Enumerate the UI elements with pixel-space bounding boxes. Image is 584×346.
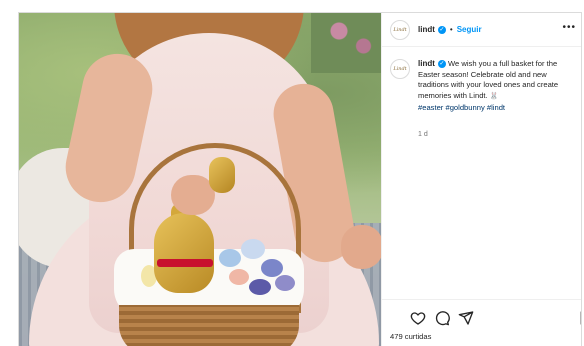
follow-button[interactable]: Seguir — [457, 25, 482, 34]
verified-badge-icon: ✓ — [437, 25, 446, 34]
photo-mini-gold-bunny — [209, 157, 235, 193]
photo-egg — [219, 249, 241, 267]
action-bar: 479 curtidas — [382, 299, 582, 346]
likes-count[interactable]: 479 curtidas — [390, 332, 431, 341]
photo-basket — [119, 305, 299, 346]
caption-text: lindt ✓ We wish you a full basket for the… — [418, 59, 576, 114]
photo-gold-bunny-ribbon — [157, 259, 213, 267]
photo-background-flowers — [311, 13, 381, 73]
hashtag-link[interactable]: #easter — [418, 103, 443, 112]
post-side-panel: Lindt lindt ✓ • Seguir ••• Lindt lindt ✓ … — [381, 13, 582, 346]
photo-egg — [241, 239, 265, 259]
photo-girl-hand-right — [341, 225, 381, 269]
header-separator: • — [449, 25, 453, 34]
photo-egg — [229, 269, 249, 285]
photo-egg — [249, 279, 271, 295]
paper-plane-icon[interactable] — [458, 310, 474, 326]
header-username[interactable]: lindt — [418, 25, 435, 34]
photo-gold-bunny — [154, 213, 214, 293]
post-age[interactable]: 1 d — [418, 131, 428, 138]
caption-avatar[interactable]: Lindt — [390, 59, 410, 79]
post-photo[interactable] — [19, 13, 381, 346]
verified-badge-icon: ✓ — [437, 60, 446, 68]
caption-block: Lindt lindt ✓ We wish you a full basket f… — [390, 59, 580, 114]
caption-emoji: 🐰 — [489, 93, 499, 101]
avatar[interactable]: Lindt — [390, 19, 410, 40]
heart-icon[interactable] — [410, 310, 426, 326]
hashtag-link[interactable]: #lindt — [487, 103, 505, 112]
photo-egg — [275, 275, 295, 291]
avatar-logo-text: Lindt — [393, 26, 407, 33]
instagram-post: Lindt lindt ✓ • Seguir ••• Lindt lindt ✓ … — [18, 12, 582, 346]
comment-icon[interactable] — [434, 310, 450, 326]
bookmark-icon[interactable] — [578, 310, 582, 326]
caption-username[interactable]: lindt — [418, 59, 435, 68]
hashtag-link[interactable]: #goldbunny — [445, 103, 484, 112]
caption-avatar-logo-text: Lindt — [393, 66, 407, 72]
photo-egg — [261, 259, 283, 277]
more-options-icon[interactable]: ••• — [562, 23, 576, 33]
post-header: Lindt lindt ✓ • Seguir ••• — [382, 13, 581, 47]
